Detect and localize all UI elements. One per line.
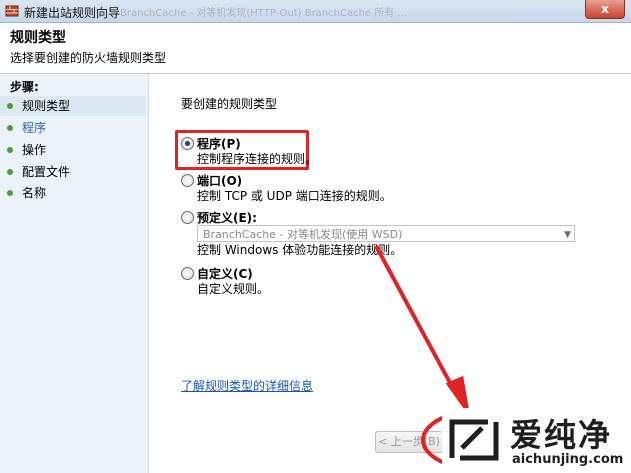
select-value: BranchCache - 对等机发现(使用 WSD) (203, 228, 403, 241)
option-description: 控制 Windows 体验功能连接的规则。 (197, 243, 403, 257)
custom-radio[interactable] (181, 267, 194, 280)
step-program: 程序 (0, 118, 146, 138)
step-action: 操作 (0, 140, 146, 160)
port-radio[interactable] (181, 174, 194, 187)
step-label: 名称 (22, 186, 47, 200)
option-name: 预定义(E): (197, 211, 257, 225)
step-bullet-icon (7, 190, 13, 196)
steps-title: 步骤: (10, 80, 39, 94)
step-profile: 配置文件 (0, 162, 146, 182)
title-bar: BranchCache - 对等机发现(HTTP-Out) BranchCach… (0, 0, 631, 23)
watermark-name: 爱纯净 (510, 416, 613, 454)
window-title: 新建出站规则向导 (24, 6, 121, 20)
program-radio[interactable] (181, 137, 194, 150)
step-rule-type: 规则类型 (0, 96, 146, 116)
predefined-select[interactable]: BranchCache - 对等机发现(使用 WSD) ▼ (197, 225, 575, 242)
step-label: 操作 (22, 143, 47, 157)
step-bullet-icon (7, 103, 13, 109)
step-bullet-icon (7, 125, 13, 131)
question-label: 要创建的规则类型 (181, 97, 278, 111)
watermark: 爱纯净 aichunjing.com (442, 408, 631, 473)
step-name: 名称 (0, 183, 146, 203)
predefined-radio[interactable] (181, 211, 194, 224)
step-bullet-icon (7, 169, 13, 175)
step-bullet-icon (7, 147, 13, 153)
firewall-icon (5, 5, 19, 17)
learn-more-link[interactable]: 了解规则类型的详细信息 (181, 377, 313, 394)
close-button[interactable]: x (585, 0, 625, 19)
watermark-logo-icon (449, 419, 499, 461)
option-description: 控制 TCP 或 UDP 端口连接的规则。 (197, 189, 392, 203)
option-description: 自定义规则。 (197, 282, 270, 296)
chevron-down-icon[interactable]: ▼ (564, 227, 571, 244)
steps-sidebar: 步骤: 规则类型 程序 操作 配置文件 名称 (0, 74, 148, 473)
step-label: 规则类型 (22, 99, 71, 113)
step-label: 程序 (22, 121, 47, 135)
step-label: 配置文件 (22, 165, 71, 179)
back-button[interactable]: < 上一步(B) (375, 431, 443, 453)
page-subtitle: 选择要创建的防火墙规则类型 (10, 51, 167, 65)
background-window-text: BranchCache - 对等机发现(HTTP-Out) BranchCach… (120, 8, 407, 19)
option-description: 控制程序连接的规则。 (197, 152, 318, 166)
wizard-header: 规则类型 选择要创建的防火墙规则类型 (0, 23, 631, 74)
page-title: 规则类型 (10, 30, 66, 46)
watermark-url: aichunjing.com (512, 452, 624, 467)
